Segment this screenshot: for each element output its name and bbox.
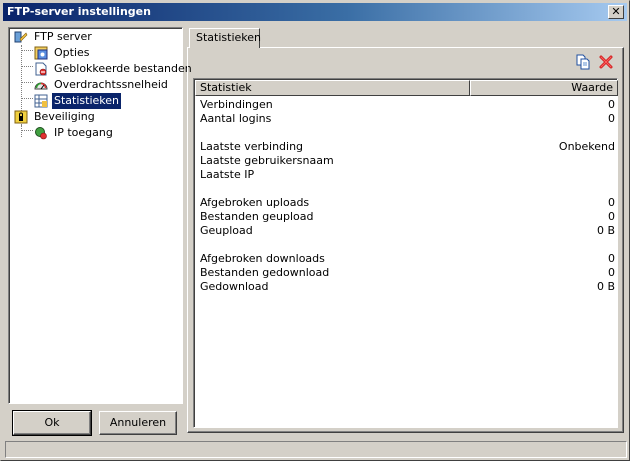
- column-header-waarde[interactable]: Waarde: [470, 80, 618, 96]
- delete-icon[interactable]: [598, 54, 614, 70]
- close-button[interactable]: ✕: [608, 5, 624, 19]
- table-row[interactable]: [200, 238, 615, 252]
- statistics-icon: [34, 94, 48, 108]
- table-row[interactable]: Verbindingen 0: [200, 98, 615, 112]
- title-bar[interactable]: FTP-server instellingen ✕: [3, 3, 627, 21]
- table-row[interactable]: Laatste verbinding Onbekend: [200, 140, 615, 154]
- window-title: FTP-server instellingen: [7, 5, 151, 18]
- table-row[interactable]: Bestanden geupload 0: [200, 210, 615, 224]
- table-row[interactable]: Afgebroken downloads 0: [200, 252, 615, 266]
- table-row[interactable]: Aantal logins 0: [200, 112, 615, 126]
- column-header-statistiek[interactable]: Statistiek: [195, 80, 470, 96]
- table-row[interactable]: Bestanden gedownload 0: [200, 266, 615, 280]
- lock-icon: [14, 110, 28, 124]
- ip-access-icon: [35, 127, 47, 140]
- blocked-files-icon: [35, 62, 47, 76]
- settings-tree[interactable]: FTP server Opties Geblokkeerde bestanden: [8, 27, 192, 404]
- table-row[interactable]: Laatste IP: [200, 168, 615, 182]
- ftp-server-icon: [14, 31, 28, 43]
- table-row[interactable]: [200, 126, 615, 140]
- statistics-list[interactable]: Statistiek Waarde Verbindingen 0 Aantal l…: [193, 78, 618, 428]
- table-row[interactable]: Afgebroken uploads 0: [200, 196, 615, 210]
- copy-icon[interactable]: [575, 54, 591, 70]
- tab-statistieken[interactable]: Statistieken: [189, 28, 261, 48]
- speed-gauge-icon: [34, 82, 48, 90]
- table-row[interactable]: Laatste gebruikersnaam: [200, 154, 615, 168]
- status-bar: [5, 441, 627, 458]
- table-row[interactable]: Geupload 0 B: [200, 224, 615, 238]
- ok-button[interactable]: Ok: [12, 410, 92, 436]
- options-icon: [34, 46, 48, 60]
- dialog-window: FTP-server instellingen ✕ FTP server Opt…: [0, 0, 630, 461]
- cancel-button[interactable]: Annuleren: [99, 411, 177, 435]
- close-icon: ✕: [611, 5, 621, 18]
- table-row[interactable]: [200, 182, 615, 196]
- table-row[interactable]: Gedownload 0 B: [200, 280, 615, 294]
